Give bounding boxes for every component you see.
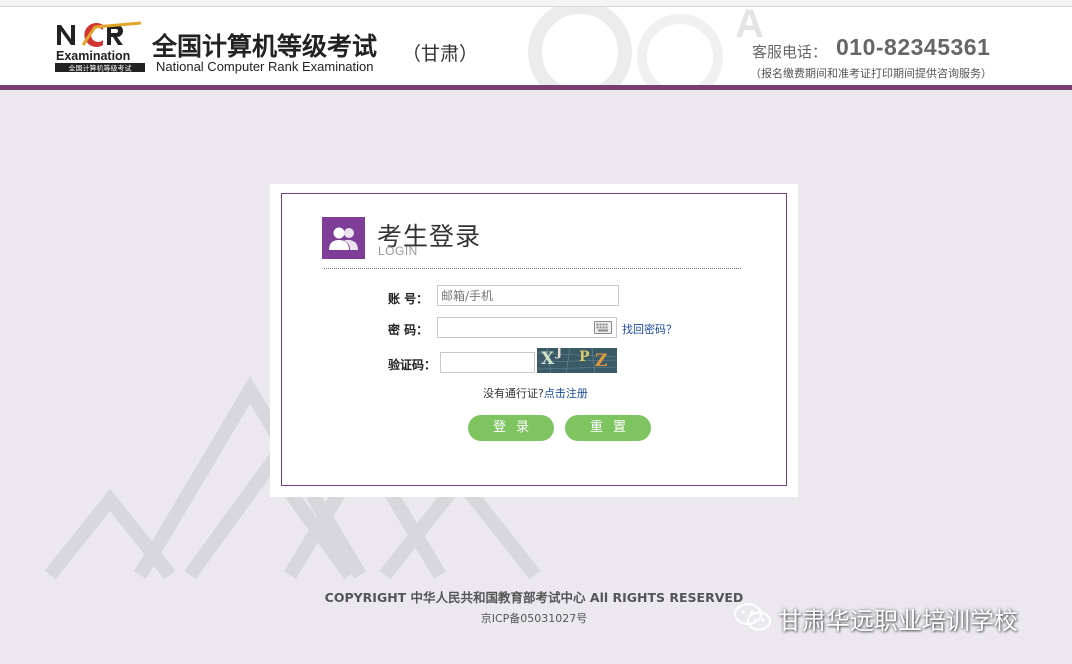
captcha-char: Z [595,351,608,371]
password-label: 密 码： [388,323,429,337]
captcha-char: X [541,349,555,369]
header-accent-bar [0,85,1072,90]
phone-number: 010-82345361 [836,34,991,60]
register-prompt: 没有通行证?点击注册 [483,385,588,401]
watermark-text: 甘肃华远职业培训学校 [778,607,1018,635]
title-divider [324,268,741,269]
wechat-icon [734,603,771,631]
captcha-image[interactable]: X J P Z [537,348,617,373]
register-prompt-text: 没有通行证? [483,387,544,400]
reset-button[interactable]: 重置 [565,415,651,441]
login-button[interactable]: 登录 [468,415,554,441]
users-icon [322,217,365,259]
site-title: 全国计算机等级考试 [152,32,378,61]
ncre-logo: Examination 全国计算机等级考试 [55,21,145,73]
keyboard-icon[interactable] [594,321,612,334]
register-link[interactable]: 点击注册 [544,387,588,400]
password-input[interactable] [437,317,617,338]
svg-text:Examination: Examination [56,49,130,63]
account-label: 账 号： [388,292,429,306]
phone-label: 客服电话： [752,43,828,61]
forgot-password-link[interactable]: 找回密码？ [622,321,677,337]
captcha-input[interactable] [440,352,535,373]
header-decoration: A [528,7,764,85]
captcha-label: 验证码： [388,358,437,372]
province-label: （甘肃） [402,43,479,65]
account-input[interactable] [437,285,619,306]
captcha-char: J [556,348,563,360]
site-header: A Examination 全国计算机等级考试 全国计算机等级考试 Nation… [0,7,1072,85]
top-line [0,0,1072,7]
site-subtitle: National Computer Rank Examination [156,59,374,74]
captcha-char: P [579,349,590,365]
phone-note: （报名缴费期间和准考证打印期间提供咨询服务） [750,67,992,80]
svg-text:全国计算机等级考试: 全国计算机等级考试 [69,64,132,73]
login-subtitle: LOGIN [378,244,418,258]
